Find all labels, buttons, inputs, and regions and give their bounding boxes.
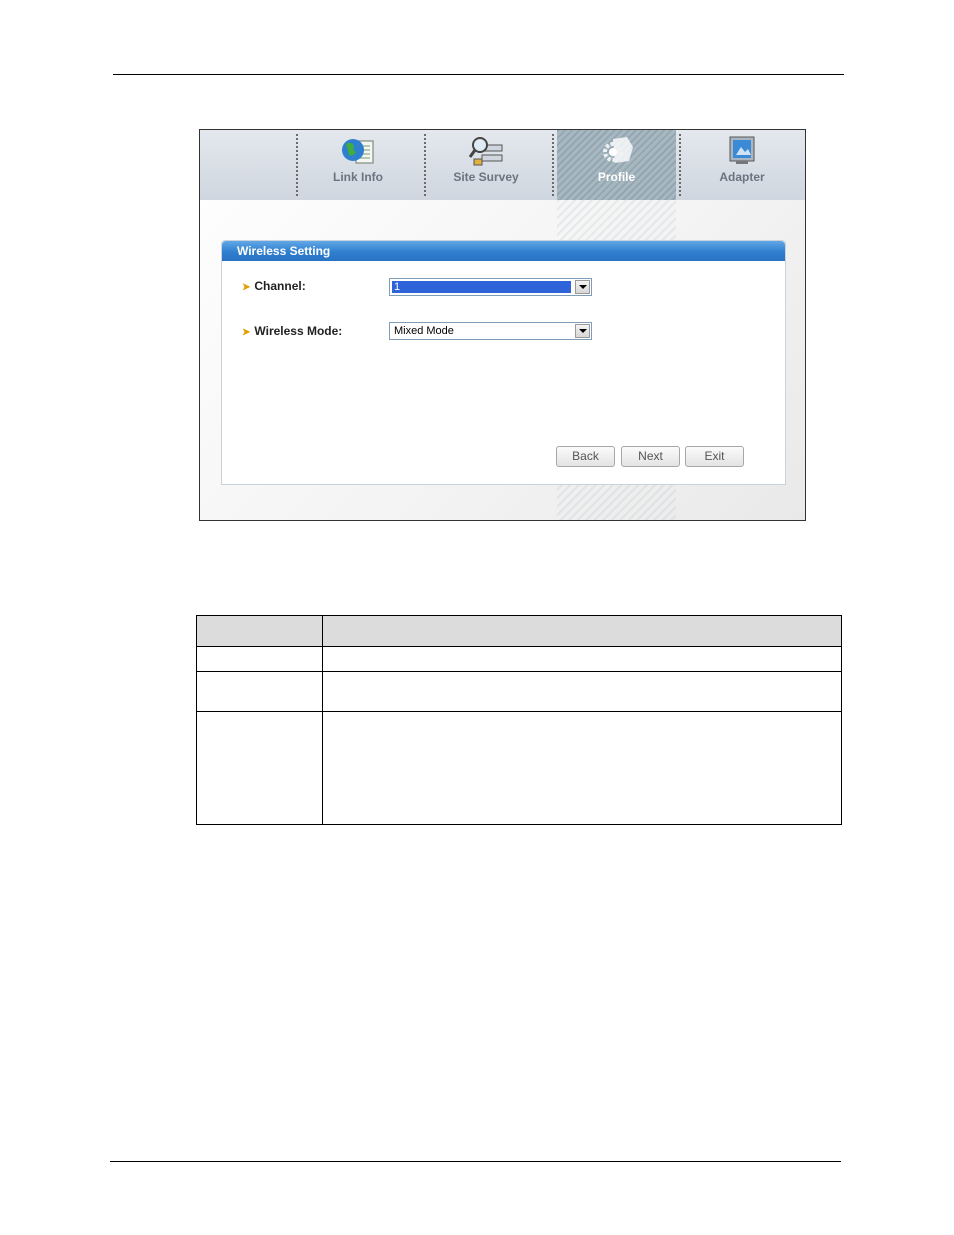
globe-document-icon bbox=[342, 139, 374, 164]
tab-site-survey[interactable]: Site Survey bbox=[423, 130, 549, 200]
table-header-cell bbox=[322, 615, 842, 647]
wireless-mode-row: ➤ Wireless Mode: bbox=[242, 324, 342, 338]
tab-label: Profile bbox=[597, 170, 636, 184]
network-search-icon bbox=[468, 137, 503, 166]
tab-separator bbox=[296, 134, 298, 196]
header-rule bbox=[113, 74, 844, 75]
channel-label: Channel: bbox=[254, 279, 306, 293]
footer-rule bbox=[110, 1161, 841, 1162]
tab-bar: Link Info Site Survey Profile Adapter bbox=[200, 130, 805, 200]
table-row bbox=[196, 711, 842, 825]
arrow-bullet-icon: ➤ bbox=[242, 327, 251, 338]
table-cell bbox=[196, 711, 323, 825]
back-button[interactable]: Back bbox=[556, 446, 615, 467]
tab-profile[interactable]: Profile bbox=[557, 130, 676, 200]
channel-row: ➤ Channel: bbox=[242, 279, 306, 293]
table-header-row bbox=[196, 615, 842, 647]
next-button[interactable]: Next bbox=[621, 446, 680, 467]
tab-label: Adapter bbox=[719, 170, 765, 184]
tab-separator bbox=[679, 134, 681, 196]
gear-profile-icon bbox=[602, 137, 633, 163]
tab-link-info[interactable]: Link Info bbox=[295, 130, 421, 200]
tab-label: Link Info bbox=[333, 170, 383, 184]
tab-separator bbox=[424, 134, 426, 196]
table-cell bbox=[196, 646, 323, 672]
chevron-down-icon[interactable] bbox=[575, 324, 590, 338]
monitor-adapter-icon bbox=[729, 136, 755, 164]
table-header-cell bbox=[196, 615, 323, 647]
wireless-mode-select[interactable]: Mixed Mode bbox=[389, 322, 592, 340]
exit-button[interactable]: Exit bbox=[685, 446, 744, 467]
table-cell bbox=[322, 711, 842, 825]
tab-label: Site Survey bbox=[453, 170, 519, 184]
wireless-mode-label: Wireless Mode: bbox=[254, 324, 343, 338]
wireless-mode-value: Mixed Mode bbox=[394, 325, 454, 337]
arrow-bullet-icon: ➤ bbox=[242, 282, 251, 293]
chevron-down-icon[interactable] bbox=[575, 280, 590, 294]
channel-value: 1 bbox=[392, 281, 571, 293]
table-row bbox=[196, 646, 842, 672]
panel-title: Wireless Setting bbox=[222, 241, 785, 261]
description-table bbox=[196, 615, 842, 825]
table-cell bbox=[196, 671, 323, 712]
channel-select[interactable]: 1 bbox=[389, 278, 592, 296]
tab-separator bbox=[552, 134, 554, 196]
table-cell bbox=[322, 646, 842, 672]
app-window: Link Info Site Survey Profile Adapter Wi… bbox=[199, 129, 806, 521]
table-cell bbox=[322, 671, 842, 712]
table-row bbox=[196, 671, 842, 712]
tab-adapter[interactable]: Adapter bbox=[679, 130, 805, 200]
wireless-setting-panel: Wireless Setting ➤ Channel: 1 ➤ Wireless M… bbox=[221, 240, 786, 485]
